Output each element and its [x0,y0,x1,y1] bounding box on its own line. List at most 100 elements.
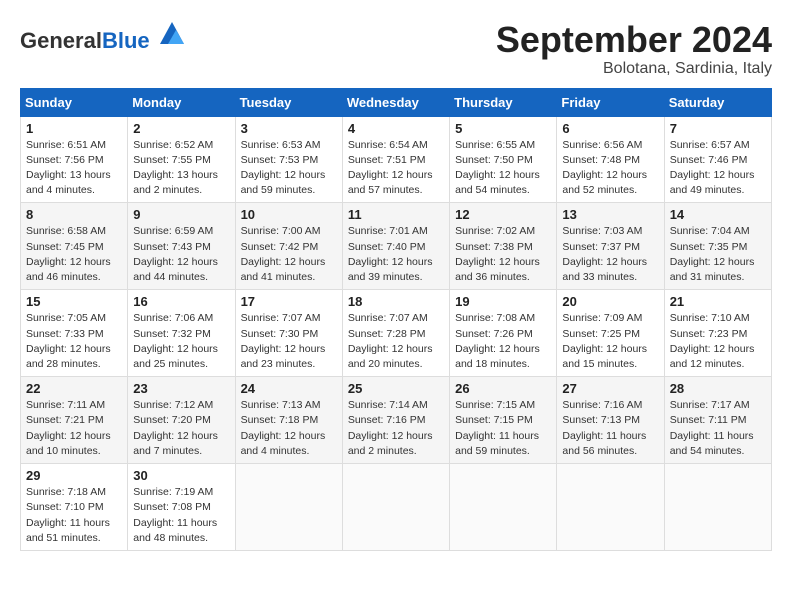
calendar-cell: 16 Sunrise: 7:06 AM Sunset: 7:32 PM Dayli… [128,290,235,377]
day-info: Sunrise: 6:52 AM Sunset: 7:55 PM Dayligh… [133,138,229,199]
calendar-cell: 15 Sunrise: 7:05 AM Sunset: 7:33 PM Dayli… [21,290,128,377]
calendar-cell: 25 Sunrise: 7:14 AM Sunset: 7:16 PM Dayli… [342,377,449,464]
calendar-cell [235,464,342,551]
day-number: 9 [133,207,229,222]
day-info: Sunrise: 7:07 AM Sunset: 7:28 PM Dayligh… [348,311,444,372]
calendar-week-row: 8 Sunrise: 6:58 AM Sunset: 7:45 PM Daylig… [21,203,772,290]
day-info: Sunrise: 6:57 AM Sunset: 7:46 PM Dayligh… [670,138,766,199]
calendar-cell: 23 Sunrise: 7:12 AM Sunset: 7:20 PM Dayli… [128,377,235,464]
day-info: Sunrise: 7:07 AM Sunset: 7:30 PM Dayligh… [241,311,337,372]
calendar-cell: 3 Sunrise: 6:53 AM Sunset: 7:53 PM Daylig… [235,116,342,203]
day-header-friday: Friday [557,88,664,116]
day-number: 15 [26,294,122,309]
day-info: Sunrise: 7:18 AM Sunset: 7:10 PM Dayligh… [26,485,122,546]
day-number: 13 [562,207,658,222]
day-number: 6 [562,121,658,136]
calendar-cell: 17 Sunrise: 7:07 AM Sunset: 7:30 PM Dayli… [235,290,342,377]
day-number: 2 [133,121,229,136]
day-number: 19 [455,294,551,309]
page-header: GeneralBlue September 2024 Bolotana, Sar… [20,20,772,78]
day-number: 16 [133,294,229,309]
calendar-cell: 24Sunrise: 7:13 AM Sunset: 7:18 PM Dayli… [235,377,342,464]
day-info: Sunrise: 7:12 AM Sunset: 7:20 PM Dayligh… [133,398,229,459]
calendar-cell [342,464,449,551]
day-number: 30 [133,468,229,483]
calendar-cell [450,464,557,551]
day-header-tuesday: Tuesday [235,88,342,116]
month-title: September 2024 [496,20,772,60]
day-number: 5 [455,121,551,136]
calendar-cell: 5 Sunrise: 6:55 AM Sunset: 7:50 PM Daylig… [450,116,557,203]
day-number: 1 [26,121,122,136]
day-header-thursday: Thursday [450,88,557,116]
day-number: 29 [26,468,122,483]
day-info: Sunrise: 6:56 AM Sunset: 7:48 PM Dayligh… [562,138,658,199]
day-number: 22 [26,381,122,396]
day-number: 14 [670,207,766,222]
day-number: 17 [241,294,337,309]
day-info: Sunrise: 7:03 AM Sunset: 7:37 PM Dayligh… [562,224,658,285]
day-info: Sunrise: 7:05 AM Sunset: 7:33 PM Dayligh… [26,311,122,372]
calendar-cell: 4Sunrise: 6:54 AM Sunset: 7:51 PM Daylig… [342,116,449,203]
day-number: 20 [562,294,658,309]
day-info: Sunrise: 7:10 AM Sunset: 7:23 PM Dayligh… [670,311,766,372]
day-number: 26 [455,381,551,396]
day-number: 3 [241,121,337,136]
day-number: 25 [348,381,444,396]
calendar-cell: 13 Sunrise: 7:03 AM Sunset: 7:37 PM Dayli… [557,203,664,290]
calendar-cell: 2 Sunrise: 6:52 AM Sunset: 7:55 PM Daylig… [128,116,235,203]
day-info: Sunrise: 6:51 AM Sunset: 7:56 PM Dayligh… [26,138,122,199]
day-info: Sunrise: 7:15 AM Sunset: 7:15 PM Dayligh… [455,398,551,459]
logo-general-text: General [20,28,102,53]
day-info: Sunrise: 6:53 AM Sunset: 7:53 PM Dayligh… [241,138,337,199]
calendar-cell: 30 Sunrise: 7:19 AM Sunset: 7:08 PM Dayli… [128,464,235,551]
day-info: Sunrise: 7:11 AM Sunset: 7:21 PM Dayligh… [26,398,122,459]
day-number: 11 [348,207,444,222]
day-info: Sunrise: 7:16 AM Sunset: 7:13 PM Dayligh… [562,398,658,459]
day-info: Sunrise: 7:09 AM Sunset: 7:25 PM Dayligh… [562,311,658,372]
day-header-sunday: Sunday [21,88,128,116]
logo: GeneralBlue [20,20,186,53]
day-info: Sunrise: 6:54 AM Sunset: 7:51 PM Dayligh… [348,138,444,199]
calendar-cell: 26 Sunrise: 7:15 AM Sunset: 7:15 PM Dayli… [450,377,557,464]
day-info: Sunrise: 7:06 AM Sunset: 7:32 PM Dayligh… [133,311,229,372]
calendar-cell [664,464,771,551]
day-info: Sunrise: 7:19 AM Sunset: 7:08 PM Dayligh… [133,485,229,546]
day-info: Sunrise: 6:59 AM Sunset: 7:43 PM Dayligh… [133,224,229,285]
calendar-cell: 18 Sunrise: 7:07 AM Sunset: 7:28 PM Dayli… [342,290,449,377]
calendar-cell: 20 Sunrise: 7:09 AM Sunset: 7:25 PM Dayli… [557,290,664,377]
calendar-cell: 19Sunrise: 7:08 AM Sunset: 7:26 PM Dayli… [450,290,557,377]
calendar-cell: 28Sunrise: 7:17 AM Sunset: 7:11 PM Dayli… [664,377,771,464]
location: Bolotana, Sardinia, Italy [496,60,772,78]
calendar-cell: 27 Sunrise: 7:16 AM Sunset: 7:13 PM Dayli… [557,377,664,464]
day-number: 18 [348,294,444,309]
day-number: 23 [133,381,229,396]
day-info: Sunrise: 6:55 AM Sunset: 7:50 PM Dayligh… [455,138,551,199]
day-header-saturday: Saturday [664,88,771,116]
day-number: 27 [562,381,658,396]
calendar-cell: 29 Sunrise: 7:18 AM Sunset: 7:10 PM Dayli… [21,464,128,551]
day-number: 8 [26,207,122,222]
day-info: Sunrise: 7:04 AM Sunset: 7:35 PM Dayligh… [670,224,766,285]
day-number: 21 [670,294,766,309]
calendar-cell: 21 Sunrise: 7:10 AM Sunset: 7:23 PM Dayli… [664,290,771,377]
day-info: Sunrise: 7:14 AM Sunset: 7:16 PM Dayligh… [348,398,444,459]
calendar-cell: 14 Sunrise: 7:04 AM Sunset: 7:35 PM Dayli… [664,203,771,290]
calendar-week-row: 1 Sunrise: 6:51 AM Sunset: 7:56 PM Daylig… [21,116,772,203]
day-number: 10 [241,207,337,222]
day-number: 7 [670,121,766,136]
day-header-monday: Monday [128,88,235,116]
logo-blue-text: Blue [102,28,150,53]
title-block: September 2024 Bolotana, Sardinia, Italy [496,20,772,78]
calendar-week-row: 15 Sunrise: 7:05 AM Sunset: 7:33 PM Dayli… [21,290,772,377]
day-info: Sunrise: 6:58 AM Sunset: 7:45 PM Dayligh… [26,224,122,285]
calendar-week-row: 22 Sunrise: 7:11 AM Sunset: 7:21 PM Dayli… [21,377,772,464]
day-number: 28 [670,381,766,396]
day-info: Sunrise: 7:01 AM Sunset: 7:40 PM Dayligh… [348,224,444,285]
calendar-cell: 10Sunrise: 7:00 AM Sunset: 7:42 PM Dayli… [235,203,342,290]
calendar-week-row: 29 Sunrise: 7:18 AM Sunset: 7:10 PM Dayli… [21,464,772,551]
calendar-cell: 11 Sunrise: 7:01 AM Sunset: 7:40 PM Dayli… [342,203,449,290]
logo-icon [158,20,186,48]
calendar-cell: 12Sunrise: 7:02 AM Sunset: 7:38 PM Dayli… [450,203,557,290]
calendar-cell: 7 Sunrise: 6:57 AM Sunset: 7:46 PM Daylig… [664,116,771,203]
